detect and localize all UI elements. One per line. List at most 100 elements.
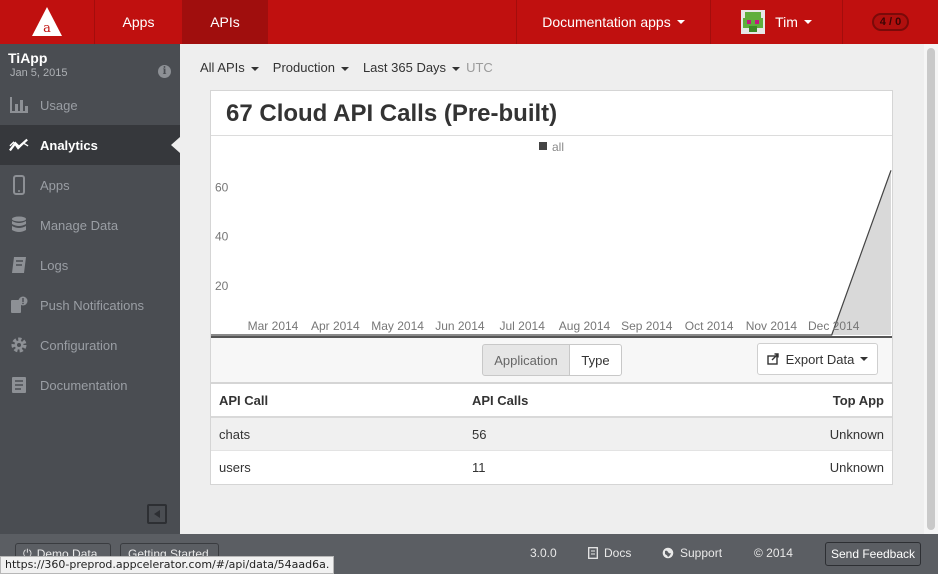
series-area-all [211,170,891,335]
breakdown-tab-bar: Application Type Export Data [211,338,892,384]
tab-type[interactable]: Type [569,344,622,376]
chart-legend[interactable]: all [539,140,564,154]
x-tick-label: Mar 2014 [248,319,299,333]
cell-top-app: Unknown [829,427,884,442]
document-icon [588,547,598,559]
documentation-apps-dropdown[interactable]: Documentation apps [516,0,710,44]
sidebar-item-configuration[interactable]: Configuration [0,325,180,365]
apis-filter-dropdown[interactable]: All APIs [200,60,259,76]
environment-filter-dropdown[interactable]: Production [273,60,349,76]
nav-apps-label: Apps [122,14,155,30]
x-tick-label: Oct 2014 [685,319,734,333]
sidebar-item-documentation[interactable]: Documentation [0,365,180,405]
globe-icon [662,547,674,559]
info-icon[interactable]: i [158,65,171,78]
nav-apis-label: APIs [210,14,240,30]
sidebar-item-push-notifications[interactable]: Push Notifications [0,285,180,325]
legend-swatch [539,142,547,150]
column-header-api-call[interactable]: API Call [219,384,268,417]
mobile-phone-icon [9,175,29,195]
copyright-label: © 2014 [754,546,793,560]
appcelerator-logo[interactable]: a [0,0,95,44]
sidebar-item-label: Analytics [40,137,98,153]
nav-apps[interactable]: Apps [95,0,182,44]
y-tick-label: 40 [215,230,229,244]
export-data-label: Export Data [785,351,855,367]
sidebar: TiApp Jan 5, 2015 i Usage Analytics Apps… [0,44,180,534]
x-tick-label: Sep 2014 [621,319,673,333]
table-header-row: API Call API Calls Top App [211,384,892,418]
push-notification-icon [9,295,29,315]
cell-api-calls: 11 [472,460,486,475]
app-name: TiApp [8,50,48,66]
timezone-label: UTC [466,60,493,75]
tab-application[interactable]: Application [482,344,570,376]
x-tick-label: May 2014 [371,319,424,333]
database-icon [9,215,29,235]
docs-link[interactable]: Docs [588,546,631,560]
caret-down-icon [860,357,869,361]
apis-filter-label: All APIs [200,60,245,75]
legend-label: all [552,140,564,154]
docs-label: Docs [604,546,632,560]
user-menu[interactable]: Tim [710,0,842,44]
version-label: 3.0.0 [530,546,557,560]
column-header-api-calls[interactable]: API Calls [472,384,528,417]
sidebar-item-label: Configuration [40,337,118,353]
x-tick-label: Dec 2014 [808,319,860,333]
table-row[interactable]: chats 56 Unknown [211,418,892,451]
nav-apis[interactable]: APIs [182,0,268,44]
caret-down-icon [676,20,685,24]
gear-icon [9,335,29,355]
sidebar-item-analytics[interactable]: Analytics [0,125,180,165]
export-data-button[interactable]: Export Data [757,343,878,375]
export-icon [766,353,779,365]
date-range-label: Last 365 Days [362,60,447,75]
date-range-dropdown[interactable]: Last 365 Days [362,60,461,76]
y-tick-label: 60 [215,181,229,195]
sidebar-item-label: Logs [40,257,69,273]
sidebar-item-apps[interactable]: Apps [0,165,180,205]
x-tick-label: Nov 2014 [746,319,798,333]
book-icon [9,255,29,275]
documentation-apps-label: Documentation apps [542,14,671,30]
collapse-sidebar-button[interactable] [147,504,167,524]
caret-down-icon [250,66,259,71]
environment-filter-label: Production [272,60,335,75]
bar-chart-icon [9,95,29,115]
table-row[interactable]: users 11 Unknown [211,451,892,484]
sidebar-item-label: Push Notifications [40,297,145,313]
x-tick-label: Apr 2014 [311,319,360,333]
document-icon [9,375,29,395]
cell-api-calls: 56 [472,427,487,442]
filter-bar: All APIs Production Last 365 Days UTC [200,60,493,76]
notification-counter[interactable]: 4 / 0 [842,0,938,44]
api-calls-panel: 67 Cloud API Calls (Pre-built) all 20 40 60… [210,90,893,485]
trend-line-icon [9,135,29,155]
sidebar-item-label: Manage Data [40,217,119,233]
cell-api-call: users [219,460,251,475]
send-feedback-button[interactable]: Send Feedback [825,542,921,566]
notification-badge: 4 / 0 [871,13,910,31]
sidebar-item-label: Usage [40,97,78,113]
caret-down-icon [803,20,812,24]
caret-down-icon [452,66,461,71]
sidebar-item-manage-data[interactable]: Manage Data [0,205,180,245]
scrollbar-thumb[interactable] [927,48,935,530]
sidebar-item-usage[interactable]: Usage [0,85,180,125]
x-tick-label: Jun 2014 [435,319,485,333]
series-line-all [211,170,892,336]
cell-api-call: chats [219,427,251,442]
logo-icon: a [32,7,62,36]
chart-svg: all 20 40 60 Mar 2014 Apr 2014 May 2014 Jun 201… [211,140,892,336]
app-date: Jan 5, 2015 [10,67,68,79]
support-link[interactable]: Support [662,546,722,560]
panel-title: 67 Cloud API Calls (Pre-built) [226,100,558,127]
svg-text:a: a [43,21,51,36]
scrollbar[interactable] [924,44,938,534]
column-header-top-app[interactable]: Top App [833,384,884,417]
x-tick-label: Jul 2014 [500,319,546,333]
cell-top-app: Unknown [829,460,884,475]
sidebar-item-logs[interactable]: Logs [0,245,180,285]
top-nav-bar: a Apps APIs Documentation apps Tim 4 / 0 [0,0,938,44]
